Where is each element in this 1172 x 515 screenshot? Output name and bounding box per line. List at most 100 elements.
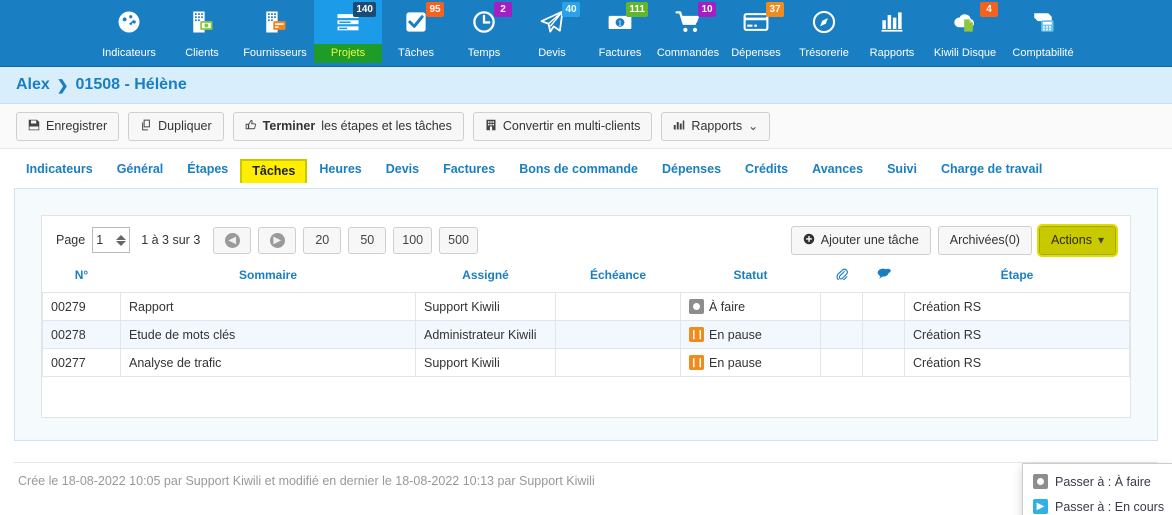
column-header-sommaire[interactable]: Sommaire	[120, 264, 416, 293]
tasks-table: N° Sommaire Assigné Échéance Statut Étape 002…	[42, 264, 1130, 377]
add-task-button-label: Ajouter une tâche	[820, 233, 919, 247]
cell-number: 00277	[42, 348, 121, 377]
nav-item-kiwili-disque[interactable]: 4 Kiwili Disque	[926, 0, 1004, 67]
nav-badge-count: 95	[426, 2, 444, 17]
nav-item-commandes[interactable]: 10 Commandes	[654, 0, 722, 67]
nav-item-indicateurs[interactable]: Indicateurs	[90, 0, 168, 67]
dropdown-item-status-todo[interactable]: Passer à : À faire	[1023, 469, 1172, 494]
tab-bons-de-commande[interactable]: Bons de commande	[507, 157, 650, 183]
column-header-n°[interactable]: N°	[42, 264, 121, 293]
page-number-value: 1	[96, 233, 104, 247]
action-toolbar: Enregistrer Dupliquer Terminer les étape…	[0, 104, 1172, 149]
dropdown-item-label: Passer à : En cours	[1055, 499, 1165, 514]
tab-factures[interactable]: Factures	[431, 157, 507, 183]
tab-tapes[interactable]: Étapes	[175, 157, 240, 183]
page-number-stepper[interactable]: 1	[92, 227, 131, 253]
nav-item-label: Trésorerie	[799, 47, 849, 59]
table-row[interactable]: 00279 Rapport Support Kiwili À faire Créatio…	[42, 292, 1130, 321]
previous-page-button[interactable]: ◀	[213, 226, 252, 254]
tasks-table-head: N° Sommaire Assigné Échéance Statut Étape	[42, 264, 1130, 293]
tab-d-penses[interactable]: Dépenses	[650, 157, 733, 183]
arrow-right-circle-icon: ▶	[269, 232, 285, 248]
column-header-tape[interactable]: Étape	[904, 264, 1130, 293]
main-navigation: Indicateurs Clients Fournisseurs 140 Projets…	[0, 0, 1172, 67]
convert-button-label: Convertir en multi-clients	[502, 119, 641, 133]
cell-step: Création RS	[904, 348, 1130, 377]
cell-summary: Etude de mots clés	[120, 320, 416, 349]
tab-heures[interactable]: Heures	[307, 157, 373, 183]
cell-attachment	[820, 292, 863, 321]
cell-assignee: Support Kiwili	[415, 348, 556, 377]
nav-badge-count: 4	[980, 2, 998, 17]
column-header-comments[interactable]	[862, 264, 905, 293]
duplicate-button[interactable]: Dupliquer	[128, 111, 224, 141]
nav-item-label: Factures	[598, 47, 642, 59]
finish-steps-tasks-button[interactable]: Terminer les étapes et les tâches	[232, 111, 464, 141]
nav-badge-count: 140	[353, 2, 376, 17]
page-size-20-button[interactable]: 20	[303, 226, 342, 254]
nav-badge-count: 111	[626, 2, 648, 17]
result-range-label: 1 à 3 sur 3	[141, 233, 201, 247]
tab-charge-de-travail[interactable]: Charge de travail	[929, 157, 1054, 183]
paper-plane-icon: 40	[518, 0, 586, 44]
column-header-attachments[interactable]	[820, 264, 863, 293]
dropdown-item-status-inprogress[interactable]: ▶ Passer à : En cours	[1023, 494, 1172, 515]
nav-item-devis[interactable]: 40 Devis	[518, 0, 586, 67]
archived-button[interactable]: Archivées(0)	[937, 225, 1032, 255]
nav-item-label: Projets	[314, 44, 382, 63]
nav-item-fournisseurs[interactable]: Fournisseurs	[236, 0, 314, 67]
cell-assignee: Support Kiwili	[415, 292, 556, 321]
nav-item-clients[interactable]: Clients	[168, 0, 236, 67]
table-toolbar: Page 1 1 à 3 sur 3 ◀ ▶ 20 50 100 500 Ajo…	[42, 216, 1130, 264]
page-size-50-button[interactable]: 50	[348, 226, 387, 254]
tab-indicateurs[interactable]: Indicateurs	[14, 157, 105, 183]
caret-down-icon: ▾	[1097, 233, 1104, 247]
nav-item-tr-sorerie[interactable]: Trésorerie	[790, 0, 858, 67]
paperclip-icon	[835, 268, 848, 283]
tab-g-n-ral[interactable]: Général	[105, 157, 176, 183]
table-row[interactable]: 00278 Etude de mots clés Administrateur Ki…	[42, 320, 1130, 349]
next-page-button[interactable]: ▶	[258, 226, 297, 254]
cell-status: ❙❙ En pause	[680, 348, 821, 377]
breadcrumb-root[interactable]: Alex	[16, 76, 50, 94]
dropdown-item-label: Passer à : À faire	[1055, 474, 1151, 489]
chevron-down-icon: ⌄	[748, 119, 759, 133]
tab-avances[interactable]: Avances	[800, 157, 875, 183]
reports-dropdown-button[interactable]: Rapports ⌄	[661, 111, 771, 141]
nav-item-label: Tâches	[397, 47, 435, 59]
finish-button-label-rest: les étapes et les tâches	[321, 119, 452, 133]
nav-item-label: Dépenses	[731, 47, 781, 59]
record-metadata-text: Crée le 18-08-2022 10:05 par Support Kiw…	[18, 474, 595, 488]
page-size-500-button[interactable]: 500	[439, 226, 478, 254]
save-button[interactable]: Enregistrer	[16, 111, 120, 141]
page-size-100-button[interactable]: 100	[393, 226, 433, 254]
actions-dropdown-button[interactable]: Actions ▾	[1036, 223, 1119, 257]
tab-cr-dits[interactable]: Crédits	[733, 157, 800, 183]
column-header-ch-ance[interactable]: Échéance	[555, 264, 681, 293]
nav-item-factures[interactable]: 1 111 Factures	[586, 0, 654, 67]
cell-step: Création RS	[904, 320, 1130, 349]
column-header-statut[interactable]: Statut	[680, 264, 821, 293]
table-row[interactable]: 00277 Analyse de trafic Support Kiwili ❙❙ En…	[42, 348, 1130, 377]
nav-item-projets[interactable]: 140 Projets	[314, 0, 382, 67]
tab-suivi[interactable]: Suivi	[875, 157, 929, 183]
column-header-assign[interactable]: Assigné	[415, 264, 556, 293]
status-inprogress-icon: ▶	[1033, 499, 1048, 514]
status-icon: ❙❙	[689, 355, 704, 370]
nav-item-t-ches[interactable]: 95 Tâches	[382, 0, 450, 67]
cell-comment	[862, 320, 905, 349]
cell-attachment	[820, 348, 863, 377]
tab-t-ches[interactable]: Tâches	[240, 159, 308, 183]
tab-devis[interactable]: Devis	[374, 157, 431, 183]
nav-item-label: Rapports	[869, 47, 915, 59]
arrow-left-circle-icon: ◀	[224, 232, 240, 248]
nav-item-rapports[interactable]: Rapports	[858, 0, 926, 67]
table-action-buttons: Ajouter une tâche Archivées(0) Actions ▾	[790, 223, 1119, 257]
page-label: Page	[56, 233, 86, 247]
nav-item-d-penses[interactable]: 37 Dépenses	[722, 0, 790, 67]
nav-item-temps[interactable]: 2 Temps	[450, 0, 518, 67]
stepper-arrows-icon[interactable]	[116, 234, 127, 246]
add-task-button[interactable]: Ajouter une tâche	[790, 225, 931, 255]
nav-item-comptabilit[interactable]: Comptabilité	[1004, 0, 1082, 67]
convert-multiclient-button[interactable]: Convertir en multi-clients	[472, 111, 653, 141]
